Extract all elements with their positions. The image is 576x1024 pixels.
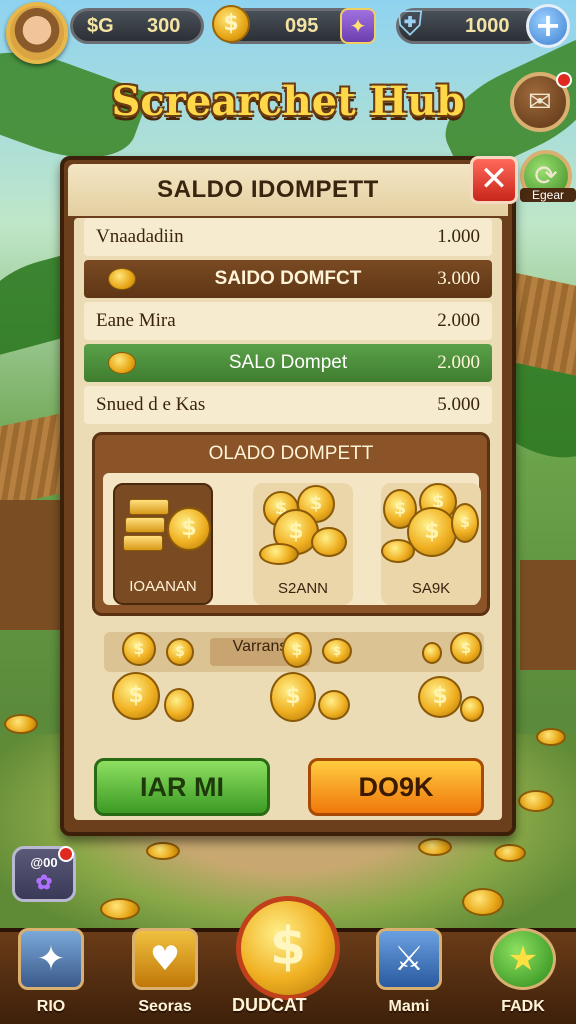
wallet-options-section: OLADO DOMPETT $ IOAANAN $ $ $ S2ANN $ $ …: [92, 432, 490, 616]
row-label: SAIDO DOMFCT: [214, 268, 362, 289]
ground-coin: [418, 838, 452, 856]
row-value: 3.000: [437, 268, 480, 289]
gold-bar-icon: [123, 535, 163, 551]
gold-bar-icon: [125, 517, 165, 533]
coin-icon: $: [236, 896, 340, 1000]
nav-label: Mami: [388, 998, 430, 1015]
panel-title: SALDO IDOMPETT: [157, 176, 379, 203]
card-label: IOAANAN: [129, 578, 197, 595]
sword-icon: ⚔: [376, 928, 442, 990]
coin-icon: $: [418, 676, 462, 718]
row-value: 2.000: [437, 352, 480, 373]
hut-wall: [0, 500, 60, 630]
star-shield-icon: ✦: [18, 928, 84, 990]
coin-icon: [164, 688, 194, 722]
row-label: Eane Mira: [96, 310, 176, 331]
coin-icon: [318, 690, 350, 720]
coin-icon: $: [451, 503, 479, 543]
nav-label: FADK: [501, 998, 545, 1015]
coin-icon: $: [112, 672, 160, 720]
coin-icon: [311, 527, 347, 557]
coin-amount: 095: [285, 15, 319, 37]
balance-row[interactable]: Vnaadadiin 1.000: [84, 218, 492, 256]
balance-list: Vnaadadiin 1.000 SAIDO DOMFCT 3.000 Eane…: [84, 218, 492, 424]
puzzle-icon: ✿: [35, 872, 53, 894]
coin-icon: [460, 696, 484, 722]
wallet-option-card[interactable]: $ $ $ S2ANN: [253, 483, 353, 605]
gem-shop-button[interactable]: ✦: [340, 8, 376, 44]
card-label: SA9K: [411, 580, 451, 597]
gold-symbol: $G: [87, 15, 114, 37]
balance-row[interactable]: SALo Dompet 2.000: [84, 344, 492, 382]
add-currency-button[interactable]: +: [526, 4, 570, 48]
coin-icon: $: [322, 638, 352, 664]
ground-coin: [4, 714, 38, 734]
notification-badge: [58, 846, 74, 862]
row-value: 2.000: [437, 310, 480, 331]
hut-roof: [514, 272, 576, 378]
ground-coin: [518, 790, 554, 812]
card-label: S2ANN: [277, 580, 329, 597]
hub-title: Screarchet Hub: [111, 78, 465, 125]
row-value: 5.000: [437, 394, 480, 415]
gold-bar-icon: [129, 499, 169, 515]
row-label: Vnaadadiin: [96, 226, 184, 247]
star-icon: ★: [490, 928, 556, 990]
ground-coin: [462, 888, 504, 916]
section-title: OLADO DOMPETT: [208, 443, 374, 464]
row-value: 1.000: [437, 226, 480, 247]
gold-counter: $G 300: [70, 8, 204, 44]
notification-badge: [556, 72, 572, 88]
top-bar: $G 300 095 $ ✦ 1000 ⛨ +: [0, 0, 576, 64]
card-row: $ IOAANAN $ $ $ S2ANN $ $ $ $ SA9K: [103, 473, 481, 605]
coin-icon: [259, 543, 299, 565]
ground-coin: [146, 842, 180, 860]
row-label: Snued d e Kas: [96, 394, 206, 415]
coin-icon: $: [450, 632, 482, 664]
coin-icon: $: [122, 632, 156, 666]
nav-label: RIO: [36, 998, 66, 1015]
coin-icon: $: [167, 507, 211, 551]
balance-row[interactable]: Snued d e Kas 5.000: [84, 386, 492, 424]
side-event-label: @00: [30, 855, 58, 870]
balance-row[interactable]: SAIDO DOMFCT 3.000: [84, 260, 492, 298]
nav-item-rio[interactable]: ✦ RIO: [6, 928, 96, 1018]
coin-icon: [422, 642, 442, 664]
coin-icon: $: [212, 5, 250, 43]
nav-item-dudcat[interactable]: $ DUDCAT: [232, 896, 344, 1020]
shield-icon: ⛨: [397, 4, 423, 44]
hut-wall: [520, 560, 576, 670]
gift-icon: ♥: [132, 928, 198, 990]
varans-strip: $ $ Varrans $ $ $: [104, 632, 484, 672]
player-avatar[interactable]: [6, 2, 68, 64]
shield-amount: 1000: [465, 15, 510, 37]
confirm-button[interactable]: IAR MI: [94, 758, 270, 816]
panel-header: SALDO IDOMPETT: [68, 164, 508, 216]
nav-item-seoras[interactable]: ♥ Seoras: [120, 928, 210, 1018]
nav-label: Seoras: [138, 998, 192, 1015]
balance-row[interactable]: Eane Mira 2.000: [84, 302, 492, 340]
wallet-panel: SALDO IDOMPETT ✕ Vnaadadiin 1.000 SAIDO …: [60, 156, 518, 836]
ground-coin: [536, 728, 566, 746]
gold-amount: 300: [147, 15, 181, 37]
nav-item-fadk[interactable]: ★ FADK: [478, 928, 568, 1018]
coin-icon: $: [270, 672, 316, 722]
row-label: SALo Dompet: [228, 352, 348, 373]
coin-icon: [381, 539, 415, 563]
coin-icon: $: [166, 638, 194, 666]
coin-icon: $: [282, 632, 312, 668]
ok-button[interactable]: DO9K: [308, 758, 484, 816]
nav-label: DUDCAT: [232, 995, 307, 1015]
close-button[interactable]: ✕: [470, 156, 518, 204]
nav-item-mami[interactable]: ⚔ Mami: [364, 928, 454, 1018]
wallet-option-card[interactable]: $ $ $ $ SA9K: [381, 483, 481, 605]
side-action-label: Egear: [520, 188, 576, 202]
ground-coin: [100, 898, 140, 920]
wallet-option-card[interactable]: $ IOAANAN: [113, 483, 213, 605]
ground-coin: [494, 844, 526, 862]
